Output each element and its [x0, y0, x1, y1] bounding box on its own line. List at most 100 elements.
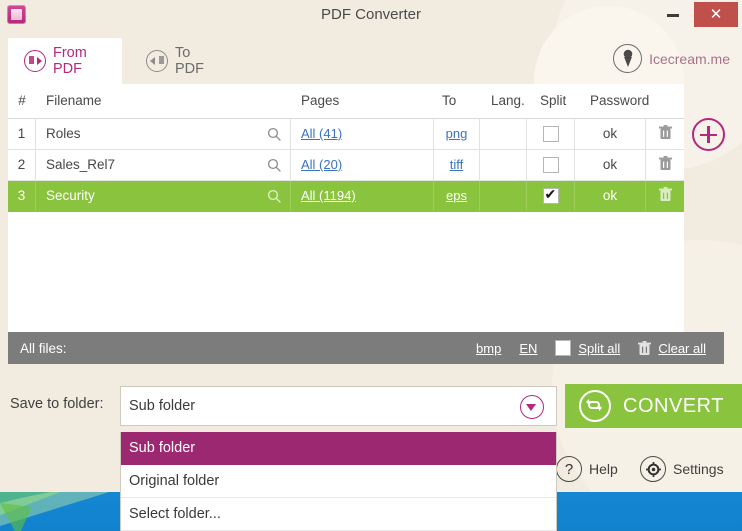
table-row[interactable]: 1 Roles All (41) png ok — [8, 119, 684, 150]
file-table: # Filename Pages To Lang. Split Password… — [8, 84, 684, 332]
row-split-cell — [527, 119, 575, 149]
tab-to-pdf[interactable]: To PDF — [130, 38, 226, 84]
preview-search-icon[interactable] — [267, 189, 282, 204]
row-num: 3 — [8, 181, 36, 211]
window-title: PDF Converter — [320, 6, 422, 23]
to-pdf-icon — [146, 50, 168, 72]
table-row[interactable]: 2 Sales_Rel7 All (20) tiff ok — [8, 150, 684, 181]
col-header-num: # — [18, 93, 26, 108]
brand-label: Icecream.me — [649, 50, 730, 67]
help-label: Help — [589, 461, 618, 477]
split-all-link[interactable]: Split all — [578, 341, 620, 356]
row-pages-cell: All (1194) — [291, 181, 434, 211]
all-files-bar: All files: bmp EN Split all Clear all — [8, 332, 724, 364]
pages-link[interactable]: All (20) — [301, 157, 342, 172]
settings-label: Settings — [673, 461, 724, 477]
row-filename: Security — [46, 188, 95, 203]
col-header-filename-label: Filename — [46, 93, 102, 108]
gear-icon — [640, 456, 666, 482]
tab-from-pdf[interactable]: From PDF — [8, 38, 122, 84]
save-to-folder-combobox[interactable]: Sub folder — [120, 386, 557, 426]
row-to-cell: tiff — [434, 150, 480, 180]
col-header-to: To — [442, 93, 457, 108]
split-checkbox[interactable] — [542, 126, 559, 143]
preview-search-icon[interactable] — [267, 127, 282, 142]
cone-glyph — [623, 49, 632, 67]
all-files-label: All files: — [20, 340, 67, 356]
trash-icon[interactable] — [658, 187, 672, 202]
row-filename-cell: Security — [36, 181, 291, 211]
col-header-filename: Filename — [36, 84, 291, 118]
pages-link[interactable]: All (1194) — [301, 188, 356, 203]
col-header-password: Password — [590, 93, 650, 108]
row-split-cell — [527, 181, 575, 211]
brand-link[interactable]: Icecream.me — [613, 44, 730, 73]
save-to-folder-dropdown: Sub folder Original folder Select folder… — [120, 432, 557, 531]
row-num: 1 — [8, 119, 36, 149]
row-password-cell[interactable]: ok — [575, 181, 646, 211]
tab-from-pdf-label: From PDF — [53, 45, 87, 77]
convert-button[interactable]: CONVERT — [565, 384, 742, 428]
col-header-lang: Lang. — [491, 93, 525, 108]
table-row[interactable]: 3 Security All (1194) eps ok — [8, 181, 684, 212]
icecream-cone-icon — [613, 44, 643, 73]
all-files-format-link[interactable]: bmp — [476, 341, 501, 356]
all-files-language-link[interactable]: EN — [519, 341, 537, 356]
chevron-down-icon[interactable] — [520, 395, 544, 419]
dropdown-option-sub-folder[interactable]: Sub folder — [121, 432, 556, 465]
gear-glyph — [645, 461, 661, 477]
all-files-format-group: bmp — [476, 341, 501, 356]
format-link[interactable]: png — [446, 126, 468, 141]
row-password-cell[interactable]: ok — [575, 150, 646, 180]
refresh-arrows-glyph — [586, 399, 602, 411]
col-header-pages: Pages — [301, 93, 340, 108]
split-all-group: Split all — [555, 340, 620, 356]
dropdown-option-original-folder[interactable]: Original folder — [121, 465, 556, 498]
row-to-cell: eps — [434, 181, 480, 211]
tab-to-pdf-label: To PDF — [175, 45, 204, 77]
dropdown-option-select-folder[interactable]: Select folder... — [121, 498, 556, 531]
row-pages-cell: All (41) — [291, 119, 434, 149]
row-filename-cell: Sales_Rel7 — [36, 150, 291, 180]
split-checkbox[interactable] — [542, 185, 559, 205]
row-pages-cell: All (20) — [291, 150, 434, 180]
add-file-button[interactable] — [692, 118, 725, 151]
save-to-folder-label: Save to folder: — [10, 396, 104, 412]
row-delete-cell — [646, 187, 684, 205]
format-link[interactable]: tiff — [450, 157, 464, 172]
preview-search-icon[interactable] — [267, 158, 282, 173]
pdf-converter-window: PDF Converter ✕ From PDF To PDF Icecream… — [0, 0, 742, 531]
split-all-checkbox[interactable] — [555, 340, 572, 356]
minimize-button[interactable] — [656, 0, 690, 27]
row-num: 2 — [8, 150, 36, 180]
trash-icon[interactable] — [638, 340, 652, 356]
trash-icon[interactable] — [658, 156, 672, 171]
row-split-cell — [527, 150, 575, 180]
save-to-folder-value: Sub folder — [129, 398, 196, 414]
format-link[interactable]: eps — [446, 188, 467, 203]
row-password-cell[interactable]: ok — [575, 119, 646, 149]
close-icon: ✕ — [709, 6, 723, 23]
split-checkbox[interactable] — [542, 157, 559, 174]
row-delete-cell — [646, 156, 684, 174]
help-button[interactable]: ? Help — [556, 456, 618, 482]
clear-all-group: Clear all — [638, 340, 706, 356]
question-mark-icon: ? — [556, 456, 582, 482]
title-bar: PDF Converter ✕ — [0, 0, 742, 30]
row-filename: Roles — [46, 126, 81, 141]
minimize-icon — [667, 14, 679, 17]
pages-link[interactable]: All (41) — [301, 126, 342, 141]
close-button[interactable]: ✕ — [694, 2, 738, 27]
col-header-split: Split — [540, 93, 567, 108]
clear-all-link[interactable]: Clear all — [658, 341, 706, 356]
row-delete-cell — [646, 125, 684, 143]
convert-refresh-icon — [579, 390, 611, 422]
row-filename-cell: Roles — [36, 119, 291, 149]
all-files-language-group: EN — [519, 341, 537, 356]
col-header-delete — [661, 84, 699, 118]
tab-bar: From PDF To PDF Icecream.me — [0, 38, 742, 84]
trash-icon[interactable] — [658, 125, 672, 140]
settings-button[interactable]: Settings — [640, 456, 724, 482]
convert-button-label: CONVERT — [623, 394, 724, 417]
row-filename: Sales_Rel7 — [46, 157, 116, 172]
